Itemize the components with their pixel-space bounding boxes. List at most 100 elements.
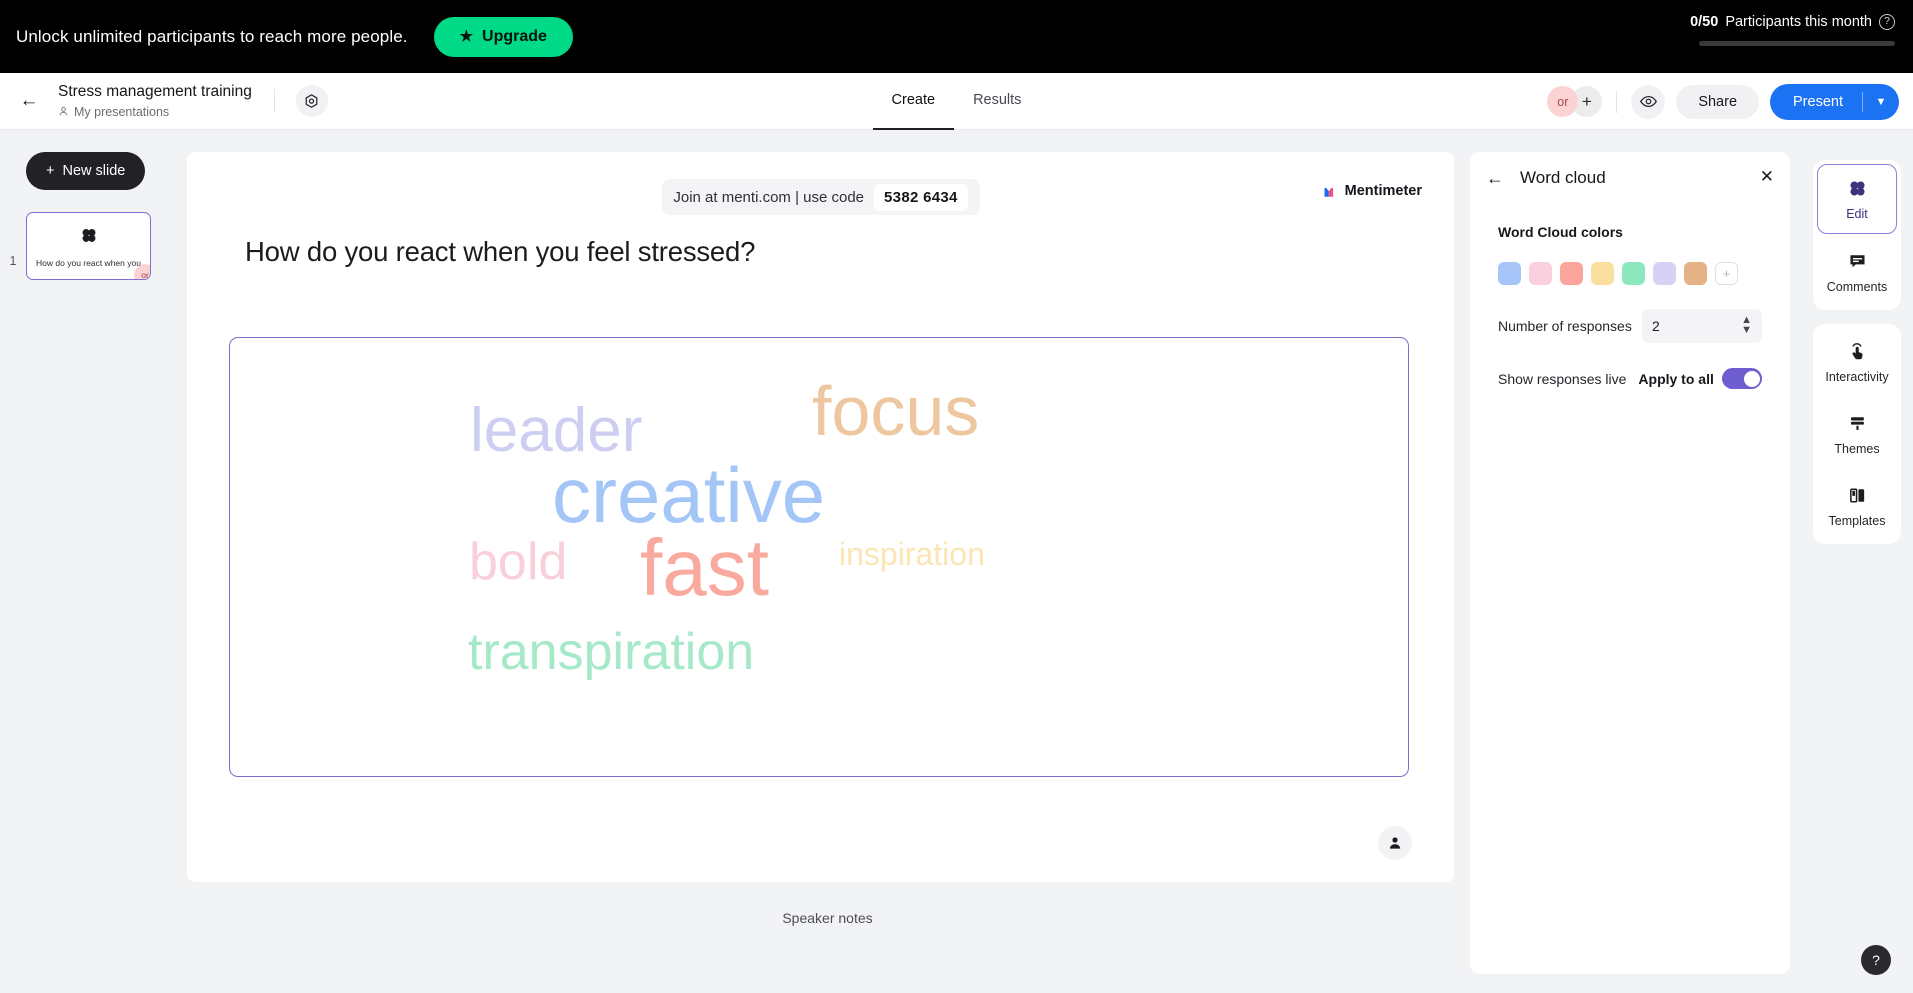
number-of-responses-value: 2 — [1652, 318, 1660, 334]
color-swatch-2[interactable] — [1529, 262, 1552, 285]
mentimeter-logo: Mentimeter — [1323, 183, 1422, 199]
participants-meter: 0/50 Participants this month ? — [1680, 14, 1895, 46]
participant-avatar-button[interactable] — [1378, 826, 1412, 860]
tab-create-label: Create — [891, 92, 936, 108]
number-of-responses-row: Number of responses 2 ▲ ▼ — [1498, 309, 1762, 343]
header-actions: or + Share Present ▼ — [1547, 73, 1899, 130]
word-cloud-word: bold — [469, 533, 568, 591]
header-divider — [273, 89, 275, 113]
present-button-group: Present ▼ — [1770, 83, 1899, 120]
upgrade-button[interactable]: ★ Upgrade — [433, 16, 573, 57]
back-arrow-icon[interactable]: ← — [1486, 168, 1508, 189]
color-swatch-3[interactable] — [1560, 262, 1583, 285]
question-mark-icon[interactable]: ? — [1879, 14, 1895, 30]
color-swatch-6[interactable] — [1653, 262, 1676, 285]
new-slide-button[interactable]: + New slide — [26, 152, 146, 190]
sidebar-item-interactivity-label: Interactivity — [1825, 369, 1889, 384]
preview-button[interactable] — [1631, 84, 1666, 119]
speaker-notes[interactable]: Speaker notes — [185, 910, 1470, 926]
number-of-responses-label: Number of responses — [1498, 318, 1632, 334]
color-swatch-7[interactable] — [1684, 262, 1707, 285]
close-icon[interactable]: ✕ — [1760, 168, 1774, 185]
share-button[interactable]: Share — [1676, 84, 1760, 119]
sidebar-item-themes-label: Themes — [1834, 441, 1880, 456]
sidebar-item-themes[interactable]: Themes — [1813, 398, 1901, 470]
star-icon: ★ — [459, 28, 474, 45]
add-color-button[interactable]: + — [1715, 262, 1738, 285]
slide-question[interactable]: How do you react when you feel stressed? — [245, 236, 755, 268]
app-header: ← Stress management training My presenta… — [0, 73, 1913, 130]
templates-icon — [1848, 485, 1867, 507]
comment-icon — [1848, 251, 1867, 273]
color-swatch-row: + — [1498, 262, 1762, 285]
sidebar-item-comments[interactable]: Comments — [1813, 236, 1901, 308]
back-arrow-icon[interactable]: ← — [12, 84, 46, 118]
slide-rail: + New slide 1 How do you react when you … — [0, 130, 185, 993]
hand-tap-icon — [1848, 341, 1867, 363]
avatar: or — [134, 264, 150, 279]
slide-thumbnail-1[interactable]: How do you react when you or — [26, 212, 151, 280]
eye-icon — [1639, 95, 1657, 108]
brand-label: Mentimeter — [1344, 183, 1422, 199]
join-prefix: Join at menti.com | use code — [673, 188, 865, 206]
avatar[interactable]: or — [1547, 86, 1579, 117]
sidebar-item-comments-label: Comments — [1826, 279, 1888, 294]
page-title[interactable]: Stress management training — [58, 83, 252, 101]
word-cloud-container[interactable]: leader focus creative bold fast inspiration tr… — [229, 337, 1409, 777]
stepper-up-down-icon: ▲ ▼ — [1741, 314, 1752, 336]
color-swatch-1[interactable] — [1498, 262, 1521, 285]
word-cloud-colors-label: Word Cloud colors — [1498, 224, 1623, 240]
participants-progress-bar — [1699, 41, 1895, 46]
tab-results[interactable]: Results — [954, 73, 1040, 130]
tab-create[interactable]: Create — [872, 73, 955, 130]
number-of-responses-select[interactable]: 2 ▲ ▼ — [1642, 309, 1762, 343]
present-button[interactable]: Present — [1770, 84, 1862, 120]
sidebar-item-edit[interactable]: Edit — [1817, 164, 1897, 234]
participants-label: Participants this month — [1725, 14, 1872, 30]
show-responses-live-label: Show responses live — [1498, 370, 1627, 387]
breadcrumb[interactable]: My presentations — [58, 105, 252, 119]
upgrade-label: Upgrade — [482, 27, 547, 45]
chevron-down-icon[interactable]: ▼ — [1863, 84, 1899, 120]
color-swatch-5[interactable] — [1622, 262, 1645, 285]
tab-results-label: Results — [973, 92, 1022, 108]
show-responses-live-toggle[interactable] — [1722, 368, 1762, 389]
tool-rail: Edit Comments Interactivity Themes Templ… — [1813, 160, 1901, 558]
panel-body: Word Cloud colors + Number of responses … — [1470, 204, 1790, 389]
word-cloud-icon — [80, 227, 97, 249]
list-item: 1 How do you react when you or — [0, 212, 185, 280]
plus-icon: + — [46, 163, 55, 179]
person-icon — [1389, 837, 1401, 849]
word-cloud-word: transpiration — [468, 623, 755, 681]
word-cloud: leader focus creative bold fast inspiration tr… — [230, 338, 1408, 776]
color-swatch-4[interactable] — [1591, 262, 1614, 285]
slide-thumbnail-title: How do you react when you — [36, 258, 141, 268]
panel-title: Word cloud — [1520, 168, 1606, 187]
panel-header: ← Word cloud ✕ — [1470, 152, 1790, 204]
new-slide-label: New slide — [62, 163, 126, 179]
tool-rail-group-1: Edit Comments — [1813, 160, 1901, 310]
participants-count: 0/50 — [1690, 14, 1719, 30]
sidebar-item-interactivity[interactable]: Interactivity — [1813, 326, 1901, 398]
join-code: 5382 6434 — [874, 183, 968, 211]
word-cloud-settings-panel: ← Word cloud ✕ Word Cloud colors + Numbe… — [1470, 152, 1790, 974]
sidebar-item-templates-label: Templates — [1828, 513, 1886, 528]
plus-icon: + — [1581, 91, 1592, 111]
apply-to-all-button[interactable]: Apply to all — [1638, 371, 1713, 387]
word-cloud-word: focus — [812, 372, 980, 450]
help-button[interactable]: ? — [1861, 945, 1891, 975]
person-icon — [59, 107, 68, 116]
promo-message: Unlock unlimited participants to reach m… — [16, 26, 408, 46]
mentimeter-logo-icon — [1324, 187, 1333, 197]
paint-roller-icon — [1848, 413, 1867, 435]
edit-clover-icon — [1848, 178, 1867, 200]
sidebar-item-edit-label: Edit — [1846, 206, 1868, 221]
header-actions-divider — [1616, 90, 1618, 113]
gear-icon[interactable] — [295, 85, 328, 117]
slide-number: 1 — [9, 254, 17, 268]
slide-canvas[interactable]: Join at menti.com | use code 5382 6434 M… — [187, 152, 1454, 882]
breadcrumb-label: My presentations — [74, 104, 170, 119]
canvas-area: Join at menti.com | use code 5382 6434 M… — [185, 130, 1470, 993]
sidebar-item-templates[interactable]: Templates — [1813, 470, 1901, 542]
word-cloud-word: inspiration — [839, 536, 985, 572]
